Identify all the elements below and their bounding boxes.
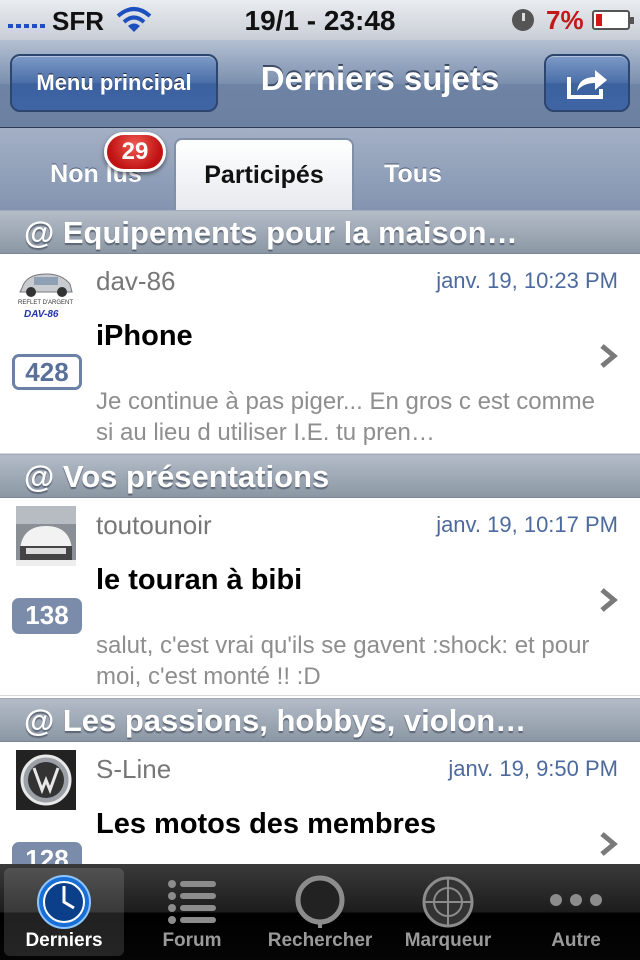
tab-participated[interactable]: Participés — [174, 138, 354, 210]
section-header: @ Vos présentations — [0, 454, 640, 498]
target-icon — [422, 876, 474, 928]
list-item[interactable]: S-Line janv. 19, 9:50 PM Les motos des m… — [0, 742, 640, 864]
search-icon — [295, 875, 345, 928]
topic-author: toutounoir — [96, 510, 212, 540]
section-header: @ Les passions, hobbys, violon… — [0, 698, 640, 742]
navigation-bar: Menu principal Derniers sujets — [0, 40, 640, 128]
topic-subject: Les motos des membres — [96, 808, 437, 840]
list-item[interactable]: toutounoir janv. 19, 10:17 PM le touran … — [0, 498, 640, 696]
chevron-right-icon — [600, 588, 618, 612]
main-menu-button[interactable]: Menu principal — [10, 54, 218, 112]
tabbar-label: Derniers — [25, 930, 103, 951]
tabbar-item-rechercher[interactable]: Rechercher — [260, 868, 380, 956]
tab-all[interactable]: Tous — [356, 138, 470, 210]
battery-percent: 7% — [546, 5, 584, 35]
chevron-right-icon — [600, 344, 618, 368]
tabbar-label: Autre — [551, 930, 601, 951]
tabbar-item-forum[interactable]: Forum — [132, 868, 252, 956]
battery-icon — [592, 10, 634, 30]
reply-count-badge: 138 — [12, 598, 82, 634]
page-title: Derniers sujets — [260, 60, 500, 97]
share-button[interactable] — [544, 54, 630, 112]
topic-list[interactable]: @ Equipements pour la maison… REFLET D'A… — [0, 210, 640, 864]
tabbar-label: Rechercher — [267, 930, 373, 951]
tabbar-item-marqueur[interactable]: Marqueur — [388, 868, 508, 956]
tabbar-label: Marqueur — [404, 930, 492, 951]
topic-excerpt: salut, c'est vrai qu'ils se gavent :shoc… — [96, 632, 590, 690]
avatar-caption-line1: REFLET D'ARGENT — [18, 300, 74, 306]
reply-count-badge: 428 — [12, 354, 82, 390]
tabbar-item-derniers[interactable]: Derniers — [4, 868, 124, 956]
topic-date: janv. 19, 10:17 PM — [436, 512, 618, 537]
topic-date: janv. 19, 10:23 PM — [436, 268, 618, 293]
tabbar-item-autre[interactable]: Autre — [516, 868, 636, 956]
avatar: REFLET D'ARGENT DAV-86 — [16, 262, 76, 322]
reply-count-badge: 128 — [12, 842, 82, 864]
more-icon — [550, 894, 602, 906]
topic-date: janv. 19, 9:50 PM — [448, 756, 618, 781]
topic-excerpt: Je continue à pas piger... En gros c est… — [96, 388, 595, 446]
status-time: 19/1 - 23:48 — [244, 5, 396, 36]
topic-author: dav-86 — [96, 266, 176, 296]
status-bar: SFR 19/1 - 23:48 7% — [0, 0, 640, 40]
tabbar-label: Forum — [162, 930, 222, 951]
topic-author: S-Line — [96, 754, 172, 784]
topic-subject: iPhone — [96, 320, 193, 352]
section-header: @ Equipements pour la maison… — [0, 210, 640, 254]
list-icon — [168, 880, 216, 924]
chevron-right-icon — [600, 832, 618, 856]
list-item[interactable]: REFLET D'ARGENT DAV-86 dav-86 janv. 19, … — [0, 254, 640, 454]
avatar — [16, 506, 76, 566]
share-icon — [567, 70, 607, 99]
avatar — [16, 750, 76, 810]
filter-tabs: Non lus Participés Tous — [0, 128, 640, 210]
avatar-caption-line2: DAV-86 — [24, 309, 59, 320]
topic-subject: le touran à bibi — [96, 564, 303, 596]
unread-count-badge: 29 — [104, 132, 166, 172]
clock-icon — [37, 875, 91, 929]
bottom-tab-bar: Derniers Forum Rechercher Marqueur Autre — [0, 864, 640, 960]
alarm-clock-icon — [512, 9, 534, 31]
